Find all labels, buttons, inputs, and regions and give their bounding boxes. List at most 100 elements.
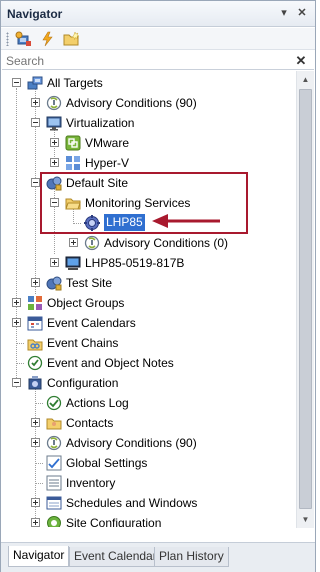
tree-node[interactable]: Site Configuration <box>2 513 295 527</box>
tree-node[interactable]: Monitoring Services <box>2 193 295 213</box>
tree-node-label: Actions Log <box>66 396 129 410</box>
tree-node-label: LHP85 <box>104 214 145 231</box>
tree-node-label: Event Chains <box>47 336 119 350</box>
object-groups-icon <box>27 295 43 311</box>
tree-node-label: Object Groups <box>47 296 125 310</box>
expand-icon[interactable] <box>31 518 40 527</box>
tree-node[interactable]: Event Chains <box>2 333 295 353</box>
tree-node-label: Site Configuration <box>66 516 162 527</box>
expand-icon[interactable] <box>50 158 59 167</box>
panel-titlebar: Navigator ▾ ✕ <box>1 1 315 27</box>
navigator-panel: Navigator ▾ ✕ ✕ <box>0 0 316 572</box>
folder-icon <box>65 195 81 211</box>
expand-icon[interactable] <box>69 238 78 247</box>
tree-node[interactable]: VMware <box>2 133 295 153</box>
settings-icon <box>46 455 62 471</box>
tree-node-label: Default Site <box>66 176 129 190</box>
tree-node[interactable]: Virtualization <box>2 113 295 133</box>
schedules-icon <box>46 495 62 511</box>
tree-node[interactable]: Event Calendars <box>2 313 295 333</box>
tree-node[interactable]: Default Site <box>2 173 295 193</box>
tree-node-label: Event Calendars <box>47 316 136 330</box>
tree-node-label: Advisory Conditions (0) <box>104 236 229 250</box>
expand-icon[interactable] <box>31 418 40 427</box>
expand-icon[interactable] <box>31 98 40 107</box>
tab-plan-history[interactable]: Plan History <box>154 547 229 567</box>
actions-log-icon <box>46 395 62 411</box>
notes-icon <box>27 355 43 371</box>
tree-scrollbar[interactable]: ▲ ▼ <box>296 71 314 528</box>
advisory-icon <box>46 95 62 111</box>
site-icon <box>46 175 62 191</box>
hyperv-icon <box>65 155 81 171</box>
collapse-icon[interactable] <box>12 78 21 87</box>
calendar-icon <box>27 315 43 331</box>
tree-node[interactable]: LHP85 <box>2 213 295 233</box>
panel-close-icon[interactable]: ✕ <box>295 6 309 20</box>
tree-node[interactable]: Object Groups <box>2 293 295 313</box>
expand-icon[interactable] <box>31 438 40 447</box>
computer-icon <box>65 255 81 271</box>
tree-node[interactable]: Hyper-V <box>2 153 295 173</box>
tree-node-label: Advisory Conditions (90) <box>66 436 197 450</box>
search-clear-icon[interactable]: ✕ <box>294 53 308 69</box>
scroll-down-icon[interactable]: ▼ <box>297 511 314 528</box>
inventory-icon <box>46 475 62 491</box>
tree-node-label: Event and Object Notes <box>47 356 174 370</box>
configuration-icon <box>27 375 43 391</box>
collapse-icon[interactable] <box>12 378 21 387</box>
tree-node[interactable]: Global Settings <box>2 453 295 473</box>
tree-node-label: Virtualization <box>66 116 135 130</box>
expand-icon[interactable] <box>31 498 40 507</box>
all-targets-icon <box>27 75 43 91</box>
expand-icon[interactable] <box>12 318 21 327</box>
new-folder-button[interactable] <box>63 31 80 47</box>
contacts-icon <box>46 415 62 431</box>
tree-node[interactable]: Schedules and Windows <box>2 493 295 513</box>
vmware-icon <box>65 135 81 151</box>
tree-node[interactable]: All Targets <box>2 73 295 93</box>
search-input[interactable] <box>6 53 286 69</box>
scroll-up-icon[interactable]: ▲ <box>297 71 314 88</box>
panel-title: Navigator <box>7 7 63 21</box>
add-targets-button[interactable] <box>15 31 32 47</box>
lightning-icon <box>42 31 53 47</box>
tree-node[interactable]: Event and Object Notes <box>2 353 295 373</box>
panel-options-icon[interactable]: ▾ <box>277 6 291 20</box>
bottom-tabs: Navigator Event Calendar Plan History <box>1 542 315 572</box>
advisory-icon <box>46 435 62 451</box>
tree-node[interactable]: Advisory Conditions (90) <box>2 93 295 113</box>
tree-node[interactable]: Advisory Conditions (0) <box>2 233 295 253</box>
tab-navigator[interactable]: Navigator <box>8 546 70 567</box>
site-icon <box>46 275 62 291</box>
tree-node[interactable]: Test Site <box>2 273 295 293</box>
expand-icon[interactable] <box>50 258 59 267</box>
advisory-icon <box>84 235 100 251</box>
tree-node[interactable]: Contacts <box>2 413 295 433</box>
tree-node[interactable]: Inventory <box>2 473 295 493</box>
tab-event-calendar[interactable]: Event Calendar <box>69 547 162 567</box>
tree-node-label: All Targets <box>47 76 103 90</box>
collapse-icon[interactable] <box>50 198 59 207</box>
expand-icon[interactable] <box>50 138 59 147</box>
collapse-icon[interactable] <box>31 118 40 127</box>
tree-node-label: Global Settings <box>66 456 148 470</box>
tree-node-label: Inventory <box>66 476 116 490</box>
monitor-icon <box>46 115 62 131</box>
targets-add-icon <box>15 31 31 46</box>
tree-node-label: Monitoring Services <box>85 196 191 210</box>
tree-node-label: Contacts <box>66 416 114 430</box>
lightning-button[interactable] <box>39 31 56 47</box>
tree-node-label: Configuration <box>47 376 119 390</box>
expand-icon[interactable] <box>31 278 40 287</box>
expand-icon[interactable] <box>12 298 21 307</box>
tree-node[interactable]: Actions Log <box>2 393 295 413</box>
tree-node[interactable]: LHP85-0519-817B <box>2 253 295 273</box>
folder-new-icon <box>63 31 80 46</box>
tree-node[interactable]: Configuration <box>2 373 295 393</box>
gear-icon <box>84 215 100 231</box>
scroll-thumb[interactable] <box>299 89 312 509</box>
tree-node-label: Schedules and Windows <box>66 496 198 510</box>
tree-node[interactable]: Advisory Conditions (90) <box>2 433 295 453</box>
collapse-icon[interactable] <box>31 178 40 187</box>
